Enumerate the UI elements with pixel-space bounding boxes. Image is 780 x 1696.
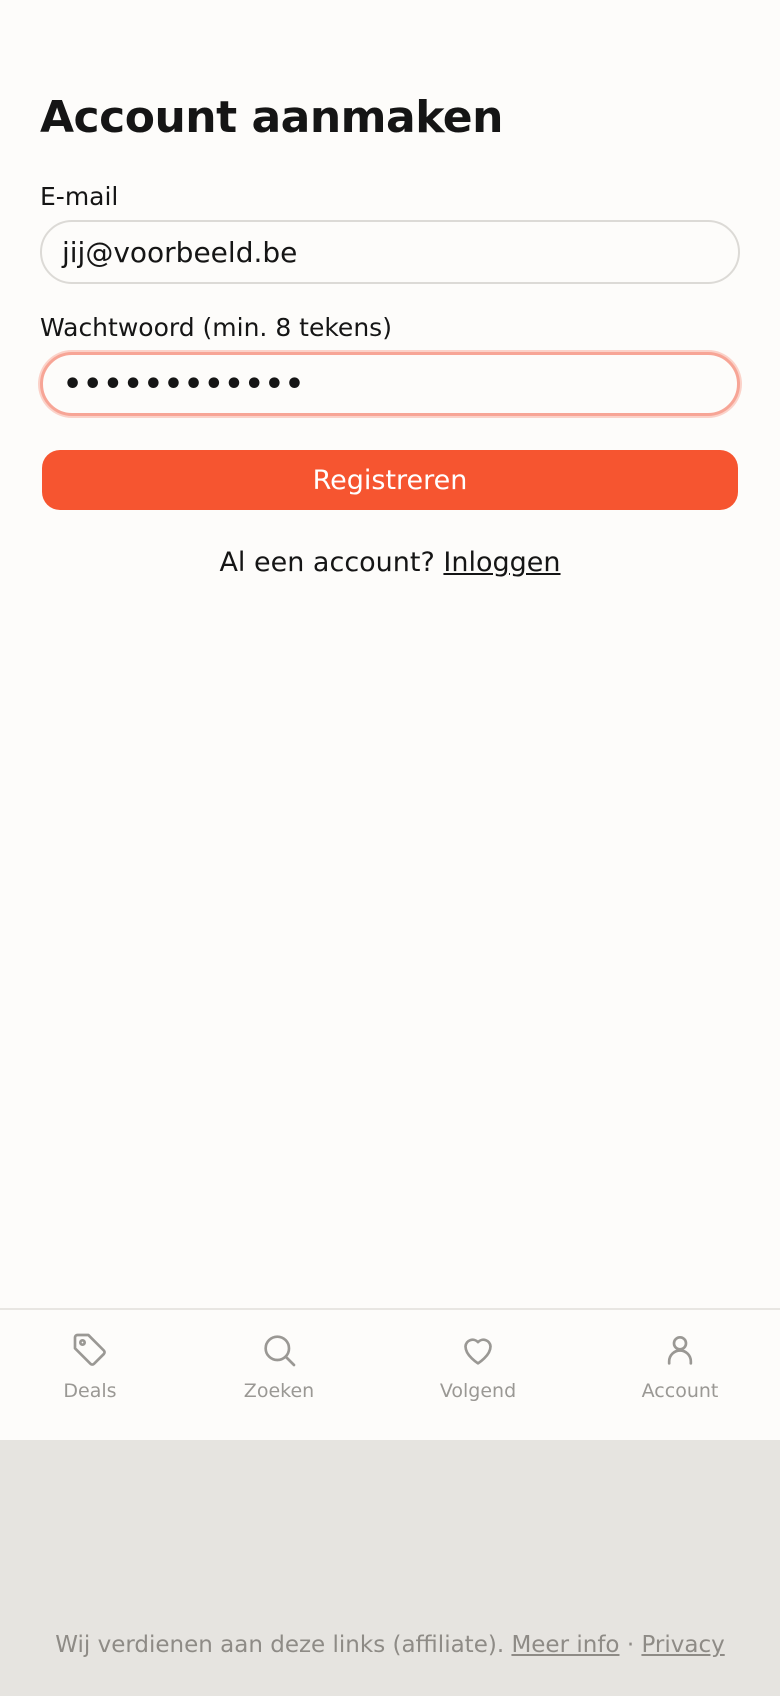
password-value: •••••••••••• [63, 366, 306, 402]
nav-item-account[interactable]: Account [600, 1330, 760, 1402]
app-screen: Account aanmaken E-mail jij@voorbeeld.be… [0, 0, 780, 1440]
nav-label-search: Zoeken [243, 1380, 315, 1402]
nav-item-search[interactable]: Zoeken [199, 1330, 359, 1402]
privacy-link[interactable]: Privacy [641, 1632, 724, 1658]
password-label: Wachtwoord (min. 8 tekens) [40, 313, 392, 342]
password-field[interactable]: •••••••••••• [40, 352, 740, 416]
page-title: Account aanmaken [40, 92, 503, 143]
nav-label-deals: Deals [63, 1380, 117, 1402]
more-info-link[interactable]: Meer info [511, 1632, 619, 1658]
user-icon [667, 1336, 693, 1365]
nav-item-following[interactable]: Volgend [398, 1330, 558, 1402]
affiliate-text: Wij verdienen aan deze links (affiliate)… [55, 1632, 505, 1658]
login-prompt-text: Al een account? [219, 547, 435, 578]
login-link[interactable]: Inloggen [443, 547, 560, 578]
nav-label-account: Account [641, 1380, 719, 1402]
heart-icon [464, 1338, 492, 1365]
email-field[interactable]: jij@voorbeeld.be [40, 220, 740, 284]
nav-label-following: Volgend [439, 1380, 517, 1402]
register-button[interactable]: Registreren [42, 450, 738, 510]
footer-separator: · [626, 1632, 635, 1658]
email-value: jij@voorbeeld.be [62, 235, 298, 269]
affiliate-note: Wij verdienen aan deze links (affiliate)… [0, 1632, 780, 1658]
tag-icon [73, 1333, 106, 1366]
nav-item-deals[interactable]: Deals [10, 1330, 170, 1402]
login-prompt: Al een account? Inloggen [0, 547, 780, 578]
email-label: E-mail [40, 182, 119, 211]
search-icon [264, 1335, 296, 1367]
bottom-nav: Deals Zoeken Volgend Account [0, 1308, 780, 1440]
